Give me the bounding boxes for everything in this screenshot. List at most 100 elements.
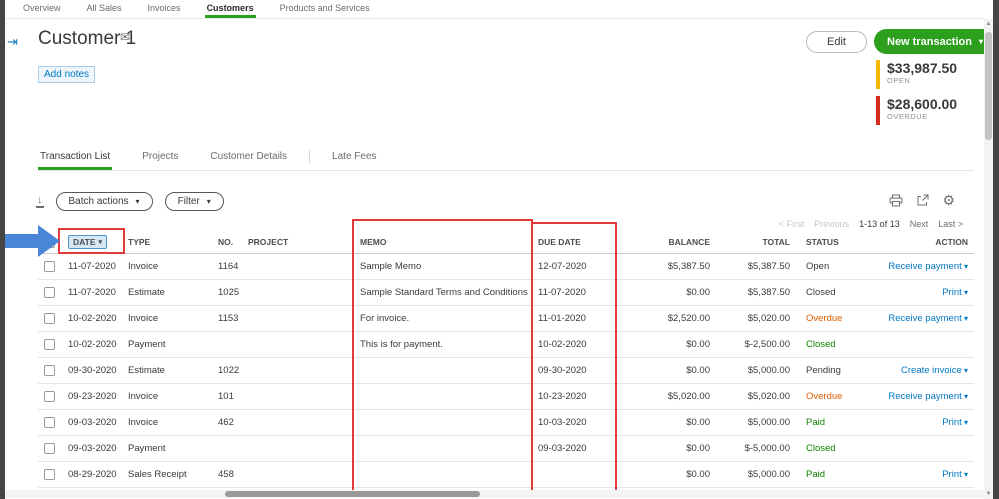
row-action-link[interactable]: Print ▾ [942,417,968,428]
column-header-type[interactable]: TYPE [122,237,212,247]
section-tabs: Transaction List Projects Customer Details… [38,146,974,171]
table-row: 11-07-2020 Estimate 1025 Sample Standard Te… [38,280,974,306]
transaction-table: DATE ▾ TYPE NO. PROJECT MEMO DUE DATE BALANCE TO… [38,231,974,488]
vertical-scrollbar-thumb[interactable] [985,32,992,140]
cell-action: Create invoice ▾ [874,365,974,376]
horizontal-scrollbar-thumb[interactable] [225,491,480,497]
print-icon[interactable] [889,194,903,207]
row-checkbox[interactable] [44,287,55,298]
add-notes-link[interactable]: Add notes [38,66,96,83]
cell-total: $5,000.00 [747,365,790,376]
cell-type: Invoice [128,313,159,324]
cell-no: 1025 [218,287,240,298]
column-header-action[interactable]: ACTION [874,237,974,247]
column-header-total[interactable]: TOTAL [716,237,796,247]
row-checkbox-cell [38,313,62,324]
row-checkbox[interactable] [44,443,55,454]
sort-chip-date[interactable]: DATE ▾ [68,235,108,249]
nav-tab-customers[interactable]: Customers [204,0,256,18]
collapse-sidebar-icon[interactable]: ⇥ [7,34,18,50]
caret-down-icon: ▾ [961,288,968,297]
sort-caret-icon: ▾ [98,239,103,246]
cell-no: 1022 [218,365,240,376]
cell-total: $5,020.00 [747,391,790,402]
row-action-link[interactable]: Receive payment ▾ [888,313,968,324]
pagination-previous[interactable]: Previous [814,219,849,229]
row-checkbox-cell [38,261,62,272]
edit-button[interactable]: Edit [806,31,867,53]
column-header-balance[interactable]: BALANCE [616,237,716,247]
row-action-link[interactable]: Create invoice ▾ [901,365,968,376]
cell-memo: This is for payment. [360,339,443,350]
pagination-last[interactable]: Last > [938,219,963,229]
caret-down-icon: ▾ [961,470,968,479]
nav-tab-all-sales[interactable]: All Sales [85,0,124,18]
column-header-due-date[interactable]: DUE DATE [532,237,616,247]
open-balance-bar [876,60,880,89]
cell-date: 09-23-2020 [68,391,117,402]
vertical-scrollbar[interactable]: ▲ ▼ [984,19,993,499]
nav-tab-invoices[interactable]: Invoices [146,0,183,18]
column-header-memo[interactable]: MEMO [354,237,532,247]
tab-late-fees[interactable]: Late Fees [330,146,378,170]
nav-tab-overview[interactable]: Overview [21,0,63,18]
caret-down-icon: ▾ [206,196,211,206]
tab-customer-details[interactable]: Customer Details [208,146,289,170]
open-balance-summary: $33,987.50 OPEN [876,60,957,89]
cell-status: Closed [796,443,874,454]
column-header-project[interactable]: PROJECT [242,237,354,247]
export-list-icon[interactable]: ↓ [36,194,44,208]
table-row: 09-03-2020 Invoice 462 10-03-2020 $0.00 $5,00… [38,410,974,436]
row-action-link[interactable]: Receive payment ▾ [888,391,968,402]
column-header-no[interactable]: NO. [212,237,242,247]
header-checkbox-cell [38,236,62,248]
export-icon[interactable] [916,194,929,207]
gear-icon[interactable]: ⚙ [942,193,955,207]
row-action-link[interactable]: Receive payment ▾ [888,261,968,272]
row-checkbox[interactable] [44,391,55,402]
status-badge: Closed [806,443,836,454]
select-all-checkbox[interactable] [44,236,55,248]
cell-date: 09-30-2020 [68,365,117,376]
cell-total: $5,020.00 [747,313,790,324]
row-checkbox-cell [38,443,62,454]
scroll-down-icon[interactable]: ▼ [984,491,993,497]
status-badge: Overdue [806,391,843,402]
new-transaction-button[interactable]: New transaction ▾ [874,29,996,54]
row-checkbox[interactable] [44,469,55,480]
cell-no: 462 [218,417,234,428]
pagination-first[interactable]: < First [779,219,804,229]
row-action-link[interactable]: Print ▾ [942,287,968,298]
tab-projects[interactable]: Projects [140,146,180,170]
filter-button[interactable]: Filter ▾ [164,191,224,211]
cell-status: Closed [796,287,874,298]
nav-tab-products-and-services[interactable]: Products and Services [278,0,372,18]
cell-total: $5,000.00 [747,469,790,480]
scroll-up-icon[interactable]: ▲ [984,21,993,27]
status-badge: Pending [806,365,841,376]
open-amount: $33,987.50 [887,60,958,76]
row-checkbox[interactable] [44,339,55,350]
pagination-next[interactable]: Next [910,219,929,229]
table-row: 09-23-2020 Invoice 101 10-23-2020 $5,020.00 $… [38,384,974,410]
horizontal-scrollbar[interactable] [5,490,984,498]
batch-actions-button[interactable]: Batch actions ▾ [55,191,153,211]
row-action-link[interactable]: Print ▾ [942,469,968,480]
column-header-status[interactable]: STATUS [796,237,874,247]
cell-date: 10-02-2020 [68,313,117,324]
table-row: 11-07-2020 Invoice 1164 Sample Memo 12-07-20… [38,254,974,280]
cell-date: 09-03-2020 [68,443,117,454]
cell-type: Estimate [128,365,165,376]
cell-balance: $0.00 [686,469,710,480]
row-checkbox[interactable] [44,313,55,324]
cell-date: 11-07-2020 [68,261,116,272]
tab-transaction-list[interactable]: Transaction List [38,146,113,170]
column-header-date[interactable]: DATE ▾ [62,235,122,249]
pagination-range: 1-13 of 13 [859,219,900,229]
row-checkbox[interactable] [44,417,55,428]
row-checkbox[interactable] [44,261,55,272]
row-checkbox[interactable] [44,365,55,376]
cell-status: Closed [796,339,874,350]
top-nav: Overview All Sales Invoices Customers Produc… [5,0,985,19]
envelope-icon[interactable]: ✉ [120,30,130,44]
